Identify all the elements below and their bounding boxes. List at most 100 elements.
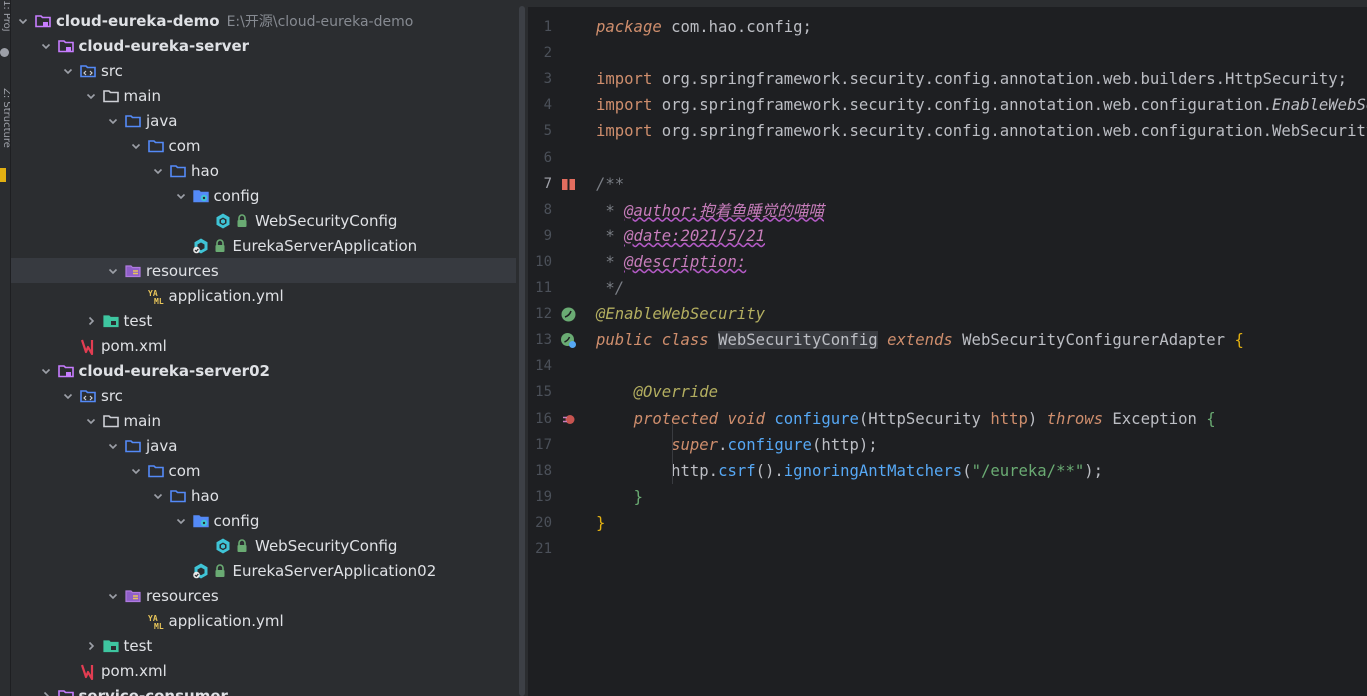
code-line[interactable]: 4 import org.springframework.security.con… [528, 92, 1367, 118]
code-line[interactable]: 16 protected void configure(HttpSecurity… [528, 406, 1367, 432]
code-token: } [633, 487, 643, 506]
code-line[interactable]: 6 [528, 145, 1367, 171]
code-token: import [596, 96, 653, 115]
tree-header-bar [11, 0, 516, 8]
lock-icon [236, 538, 249, 553]
tree-row[interactable]: EurekaServerApplication02 [11, 558, 516, 583]
code-line[interactable]: 13 public class WebSecurityConfig extends… [528, 327, 1367, 353]
code-line[interactable]: 12 @EnableWebSecurity [528, 301, 1367, 327]
project-tree[interactable]: cloud-eureka-demo E:\开源\cloud-eureka-demo… [11, 8, 516, 696]
tree-row[interactable]: config [11, 183, 516, 208]
chevron-down-icon[interactable] [103, 436, 123, 456]
chevron-down-icon[interactable] [36, 36, 56, 56]
code-line[interactable]: 11 */ [528, 275, 1367, 301]
chevron-down-icon[interactable] [81, 86, 101, 106]
tree-row[interactable]: config [11, 508, 516, 533]
code-line[interactable]: 1 package com.hao.config; [528, 14, 1367, 40]
gutter [552, 40, 596, 66]
chevron-down-icon[interactable] [171, 511, 191, 531]
code-line[interactable]: 5 import org.springframework.security.con… [528, 118, 1367, 144]
chevron-down-icon[interactable] [148, 161, 168, 181]
chevron-down-icon[interactable] [36, 361, 56, 381]
tree-row[interactable]: pom.xml [11, 658, 516, 683]
code-token: "/eureka/**" [971, 461, 1085, 480]
tree-row[interactable]: hao [11, 158, 516, 183]
tree-row[interactable]: resources [11, 583, 516, 608]
tree-row-label: cloud-eureka-server [78, 36, 250, 55]
tree-row[interactable]: resources [11, 258, 516, 283]
chevron-down-icon[interactable] [103, 111, 123, 131]
tree-row[interactable]: test [11, 308, 516, 333]
tree-row[interactable]: java [11, 433, 516, 458]
tool-window-strip[interactable]: 1: Proj Z: Structure [0, 0, 11, 696]
chevron-right-icon[interactable] [81, 311, 101, 331]
override-icon[interactable] [552, 406, 596, 432]
chevron-down-icon[interactable] [148, 486, 168, 506]
chevron-right-icon[interactable] [36, 686, 56, 696]
spring-bean-icon[interactable] [552, 301, 596, 327]
tree-row[interactable]: src [11, 58, 516, 83]
warning-marker-icon [0, 168, 6, 182]
chevron-down-icon[interactable] [103, 261, 123, 281]
code-line[interactable]: 19 } [528, 484, 1367, 510]
tree-row[interactable]: com [11, 458, 516, 483]
code-token: csrf [718, 461, 756, 480]
tree-row[interactable]: com [11, 133, 516, 158]
tree-row[interactable]: YA ML application.yml [11, 608, 516, 633]
code-line[interactable]: 2 [528, 40, 1367, 66]
chevron-down-icon[interactable] [126, 136, 146, 156]
project-tool-tab[interactable]: 1: Proj [0, 0, 10, 32]
chevron-down-icon[interactable] [13, 11, 33, 31]
code-line[interactable]: 17 super.configure(http); [528, 432, 1367, 458]
tree-row[interactable]: src [11, 383, 516, 408]
tree-scrollbar-thumb[interactable] [519, 6, 525, 696]
code-line[interactable]: 10 * @description: [528, 249, 1367, 275]
tree-row[interactable]: java [11, 108, 516, 133]
spring-config-icon[interactable] [552, 327, 596, 353]
code-line[interactable]: 21 [528, 536, 1367, 562]
code-line[interactable]: 15 @Override [528, 379, 1367, 405]
code-line[interactable]: 20} [528, 510, 1367, 536]
tree-row-label: config [213, 511, 260, 530]
tree-row[interactable]: test [11, 633, 516, 658]
chevron-right-icon[interactable] [81, 636, 101, 656]
code-line[interactable]: 14 [528, 353, 1367, 379]
code-line[interactable]: 8 * @author:抱着鱼睡觉的喵喵 [528, 197, 1367, 223]
package-icon [168, 487, 188, 505]
code-line[interactable]: 18 http.csrf().ignoringAntMatchers("/eur… [528, 458, 1367, 484]
code-editor[interactable]: 1 package com.hao.config; 2 3 import org.spr… [528, 0, 1367, 696]
code-line[interactable]: 7 /** [528, 171, 1367, 197]
chevron-down-icon[interactable] [126, 461, 146, 481]
chevron-down-icon[interactable] [103, 586, 123, 606]
code-line[interactable]: 3 import org.springframework.security.con… [528, 66, 1367, 92]
structure-tool-tab[interactable]: Z: Structure [0, 88, 10, 148]
tree-row[interactable]: hao [11, 483, 516, 508]
tree-row[interactable]: EurekaServerApplication [11, 233, 516, 258]
tree-row[interactable]: YA ML application.yml [11, 283, 516, 308]
code-text: * @author:抱着鱼睡觉的喵喵 [596, 199, 824, 221]
tree-scrollbar[interactable] [516, 0, 528, 696]
tree-row[interactable]: main [11, 83, 516, 108]
chevron-down-icon[interactable] [171, 186, 191, 206]
code-text: @Override [596, 383, 719, 401]
chevron-down-icon[interactable] [58, 386, 78, 406]
tree-row[interactable]: WebSecurityConfig [11, 208, 516, 233]
tree-row[interactable]: cloud-eureka-server [11, 33, 516, 58]
tree-row[interactable]: cloud-eureka-demo E:\开源\cloud-eureka-demo [11, 8, 516, 33]
gutter [552, 223, 596, 249]
tree-row[interactable]: pom.xml [11, 333, 516, 358]
code-text: @EnableWebSecurity [596, 305, 765, 323]
code-line[interactable]: 9 * @date:2021/5/21 [528, 223, 1367, 249]
tree-row[interactable]: cloud-eureka-server02 [11, 358, 516, 383]
tree-row-label: pom.xml [101, 661, 167, 680]
tree-row[interactable]: WebSecurityConfig [11, 533, 516, 558]
doc-icon[interactable] [552, 171, 596, 197]
tree-row-label: com [168, 136, 201, 155]
chevron-down-icon[interactable] [58, 61, 78, 81]
chevron-down-icon[interactable] [81, 411, 101, 431]
tree-row[interactable]: main [11, 408, 516, 433]
line-number: 18 [535, 462, 552, 479]
tree-row[interactable]: service-consumer [11, 683, 516, 696]
java-folder-icon [123, 112, 143, 130]
